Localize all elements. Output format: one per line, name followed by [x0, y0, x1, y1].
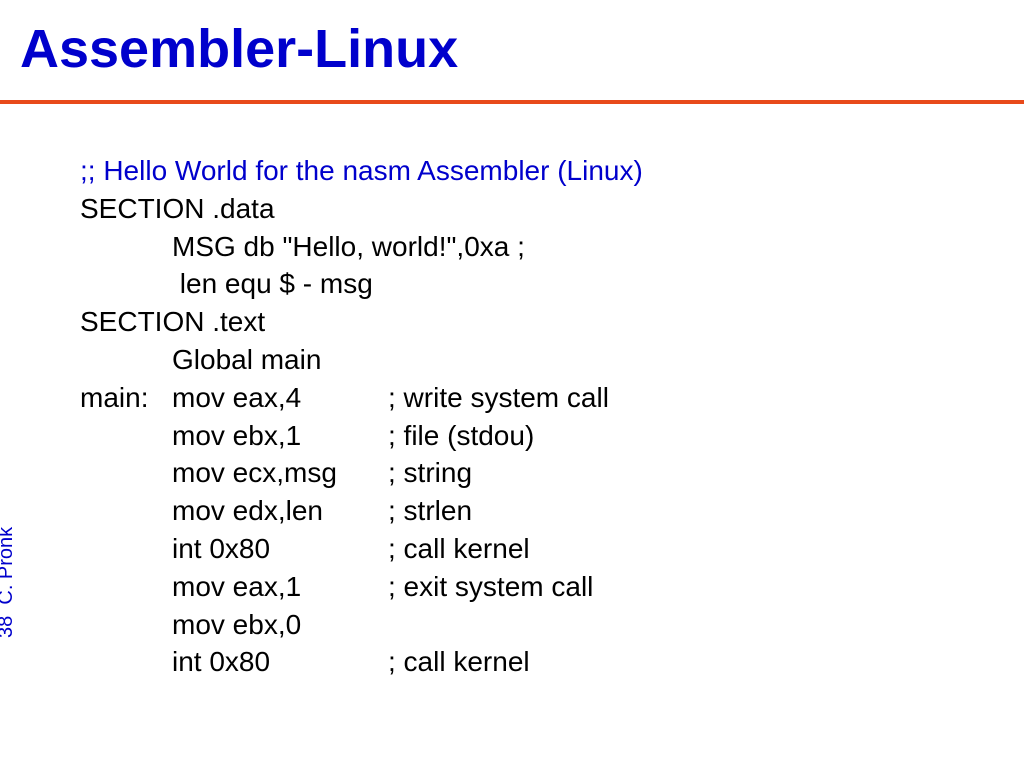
page-footer: 38 C. Pronk: [0, 527, 18, 638]
indent: [80, 341, 172, 379]
code-line: mov ebx,1; file (stdou): [80, 417, 1024, 455]
author: C. Pronk: [0, 527, 17, 605]
code-line: mov edx,len; strlen: [80, 492, 1024, 530]
label: [80, 417, 172, 455]
instruction: mov ebx,1: [172, 417, 388, 455]
instruction: int 0x80: [172, 530, 388, 568]
code-line: Global main: [80, 341, 1024, 379]
code-text: MSG db "Hello, world!",0xa ;: [172, 228, 525, 266]
code-line: int 0x80; call kernel: [80, 643, 1024, 681]
label: [80, 530, 172, 568]
code-text: SECTION .text: [80, 303, 265, 341]
instruction: mov eax,4: [172, 379, 388, 417]
page-number: 38: [0, 616, 17, 638]
code-line: MSG db "Hello, world!",0xa ;: [80, 228, 1024, 266]
code-line: main:mov eax,4; write system call: [80, 379, 1024, 417]
comment: ; write system call: [388, 379, 609, 417]
indent: [80, 265, 172, 303]
comment: ; string: [388, 454, 472, 492]
code-text: Global main: [172, 341, 321, 379]
instruction: mov edx,len: [172, 492, 388, 530]
code-line: len equ $ - msg: [80, 265, 1024, 303]
code-line: SECTION .data: [80, 190, 1024, 228]
code-line: int 0x80; call kernel: [80, 530, 1024, 568]
slide-title: Assembler-Linux: [0, 0, 1024, 98]
label: main:: [80, 379, 172, 417]
comment: ; call kernel: [388, 530, 530, 568]
comment: ; file (stdou): [388, 417, 534, 455]
label: [80, 568, 172, 606]
instruction: mov ecx,msg: [172, 454, 388, 492]
code-block: ;; Hello World for the nasm Assembler (L…: [0, 104, 1024, 681]
code-comment-header: ;; Hello World for the nasm Assembler (L…: [80, 152, 1024, 190]
indent: [80, 228, 172, 266]
instruction: int 0x80: [172, 643, 388, 681]
code-text: SECTION .data: [80, 190, 275, 228]
instruction: mov ebx,0: [172, 606, 388, 644]
comment: ; exit system call: [388, 568, 593, 606]
code-line: mov ecx,msg; string: [80, 454, 1024, 492]
code-line: mov ebx,0: [80, 606, 1024, 644]
label: [80, 492, 172, 530]
code-line: SECTION .text: [80, 303, 1024, 341]
comment: ; call kernel: [388, 643, 530, 681]
code-line: mov eax,1; exit system call: [80, 568, 1024, 606]
label: [80, 454, 172, 492]
instruction: mov eax,1: [172, 568, 388, 606]
comment: ; strlen: [388, 492, 472, 530]
label: [80, 606, 172, 644]
label: [80, 643, 172, 681]
code-text: len equ $ - msg: [172, 265, 373, 303]
